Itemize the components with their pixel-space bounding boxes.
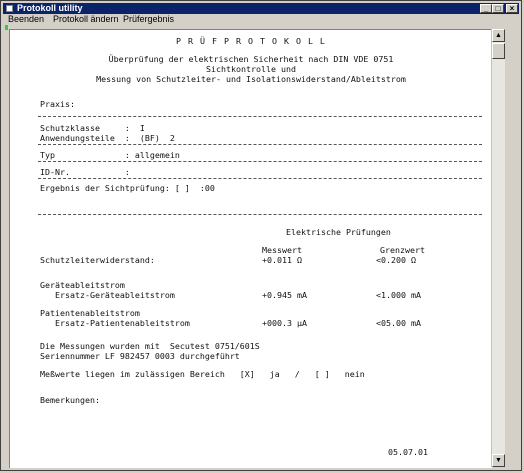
anwendungsteile-line: Anwendungsteile : (BF) 2: [40, 133, 175, 143]
maximize-button[interactable]: □: [492, 4, 504, 13]
row-label: Ersatz-Geräteableitstrom: [40, 290, 175, 300]
row-grenzwert: <0.200 Ω: [376, 255, 416, 265]
row-label: Ersatz-Patientenableitstrom: [40, 318, 190, 328]
menu-bar: Beenden Protokoll ändern Prüfergebnis: [3, 14, 519, 24]
doc-subtitle-2: Sichtkontrolle und: [206, 64, 296, 74]
bemerkungen-label: Bemerkungen:: [40, 395, 100, 405]
divider: [38, 116, 482, 117]
app-icon: [6, 5, 13, 12]
divider: [38, 161, 482, 162]
doc-subtitle-1: Überprüfung der elektrischen Sicherheit …: [108, 54, 394, 64]
divider: [38, 214, 482, 215]
row-messwert: +0.011 Ω: [262, 255, 302, 265]
scroll-thumb[interactable]: [492, 43, 505, 59]
doc-subtitle-3: Messung von Schutzleiter- und Isolations…: [96, 74, 406, 84]
row-grenzwert: <05.00 mA: [376, 318, 421, 328]
divider: [38, 178, 482, 179]
row-label: Patientenableitstrom: [40, 308, 140, 318]
section-title: Elektrische Prüfungen: [286, 227, 391, 237]
window-frame-strip: [505, 25, 519, 468]
scroll-down-button[interactable]: ▼: [492, 454, 505, 467]
typ-line: Typ : allgemein: [40, 150, 180, 160]
column-header-grenzwert: Grenzwert: [380, 245, 425, 255]
status-indicator: [5, 25, 8, 30]
row-messwert: +000.3 µA: [262, 318, 307, 328]
messung-line-2: Seriennummer LF 982457 0003 durchgeführt: [40, 351, 240, 361]
menu-item-beenden[interactable]: Beenden: [8, 14, 44, 24]
app-window: Protokoll utility _ □ × Beenden Protokol…: [0, 0, 522, 471]
title-bar: Protokoll utility _ □ ×: [3, 3, 519, 14]
vertical-scrollbar[interactable]: ▲ ▼: [491, 29, 505, 467]
minimize-button[interactable]: _: [480, 4, 492, 13]
scroll-up-button[interactable]: ▲: [492, 29, 505, 42]
doc-heading: P R Ü F P R O T O K O L L: [176, 36, 326, 46]
protocol-document[interactable]: P R Ü F P R O T O K O L L Überprüfung de…: [9, 29, 492, 468]
schutzklasse-line: Schutzklasse : I: [40, 123, 145, 133]
row-label: Geräteableitstrom: [40, 280, 125, 290]
id-line: ID-Nr. :: [40, 167, 130, 177]
menu-item-pruefergebnis[interactable]: Prüfergebnis: [123, 14, 174, 24]
menu-item-protokoll-aendern[interactable]: Protokoll ändern: [53, 14, 119, 24]
date-text: 05.07.01: [388, 447, 428, 457]
row-messwert: +0.945 mA: [262, 290, 307, 300]
close-button[interactable]: ×: [506, 4, 518, 13]
bereich-line: Meßwerte liegen im zulässigen Bereich [X…: [40, 369, 365, 379]
window-title: Protokoll utility: [17, 3, 83, 13]
sichtpruefung-line: Ergebnis der Sichtprüfung: [ ] :00: [40, 183, 215, 193]
column-header-messwert: Messwert: [262, 245, 302, 255]
messung-line-1: Die Messungen wurden mit Secutest 0751/6…: [40, 341, 260, 351]
divider: [38, 144, 482, 145]
row-grenzwert: <1.000 mA: [376, 290, 421, 300]
row-label: Schutzleiterwiderstand:: [40, 255, 155, 265]
praxis-label: Praxis:: [40, 99, 75, 109]
